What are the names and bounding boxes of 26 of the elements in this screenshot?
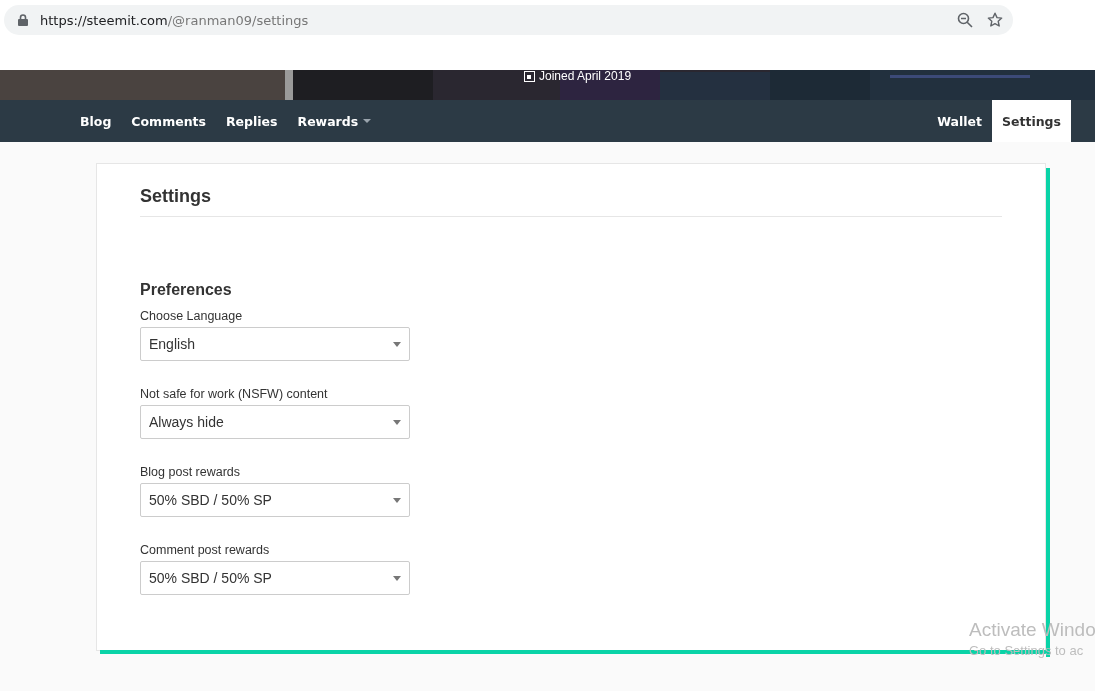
lock-icon <box>18 14 28 26</box>
nav-tab[interactable]: Rewards <box>287 100 382 142</box>
address-bar[interactable]: https://steemit.com/@ranman09/settings <box>4 5 1013 35</box>
field-label: Blog post rewards <box>140 465 242 479</box>
caret-icon <box>393 341 401 347</box>
page-title: Settings <box>140 186 1002 217</box>
select-field[interactable]: 50% SBD / 50% SP <box>140 483 410 517</box>
select-field[interactable]: Always hide <box>140 405 410 439</box>
joined-date: Joined April 2019 <box>539 70 632 83</box>
select-field[interactable]: 50% SBD / 50% SP <box>140 561 410 595</box>
url-text: https://steemit.com/@ranman09/settings <box>40 12 309 28</box>
nav-tab[interactable]: Comments <box>121 100 216 142</box>
field-label: Choose Language <box>140 309 244 323</box>
select-field[interactable]: English <box>140 327 410 361</box>
zoom-out-icon[interactable] <box>957 12 973 28</box>
field-label: Not safe for work (NSFW) content <box>140 387 329 401</box>
nav-tab[interactable]: Settings <box>992 100 1071 142</box>
caret-icon <box>393 575 401 581</box>
nav-tab[interactable]: Blog <box>70 100 122 142</box>
section-heading: Preferences <box>140 281 233 299</box>
caret-icon <box>393 497 401 503</box>
caret-icon <box>393 419 401 425</box>
star-icon[interactable] <box>987 12 1003 28</box>
nav-tab[interactable]: Replies <box>215 100 288 142</box>
field-label: Comment post rewards <box>140 543 271 557</box>
nav-tab[interactable]: Wallet <box>927 100 992 142</box>
